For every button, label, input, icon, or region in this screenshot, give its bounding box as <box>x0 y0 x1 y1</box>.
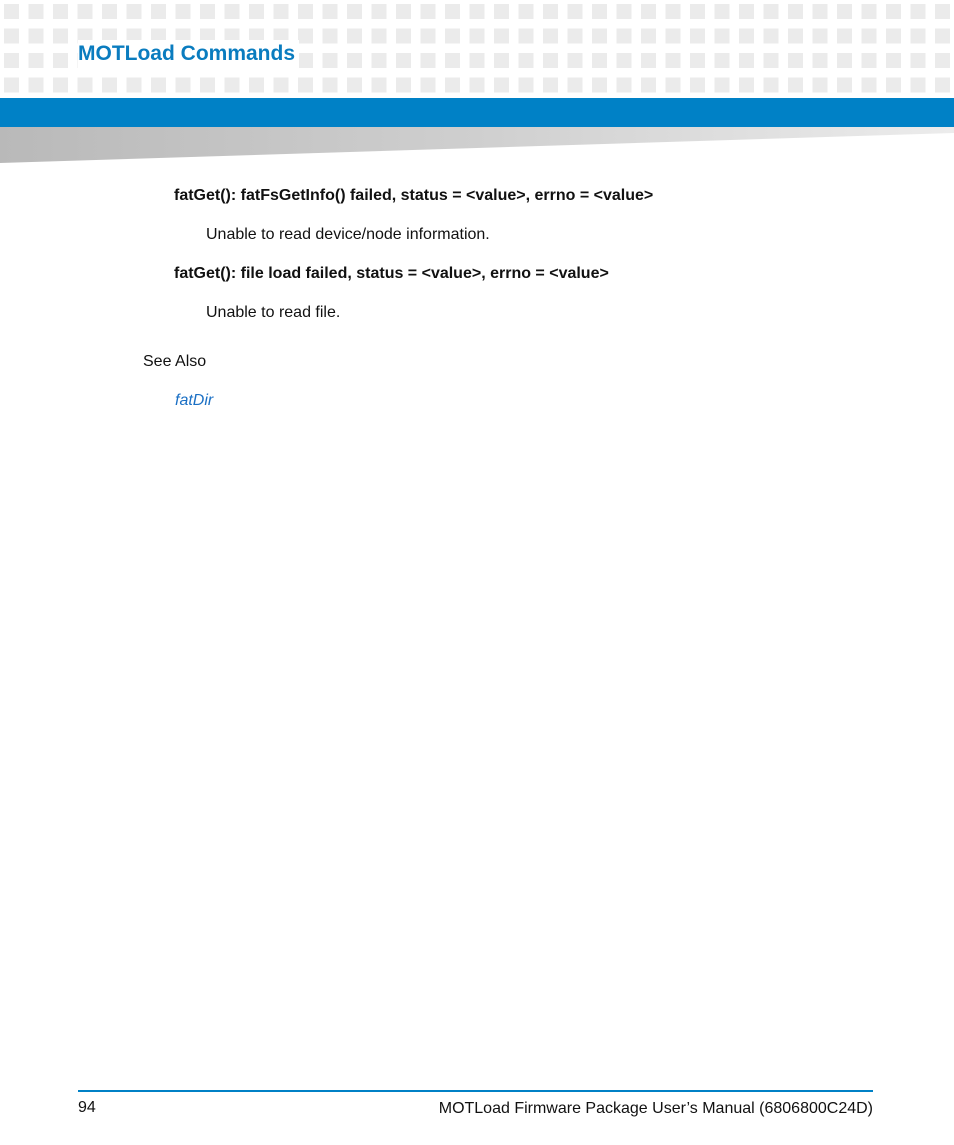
footer-divider <box>78 1090 873 1092</box>
see-also-label: See Also <box>143 353 207 370</box>
error-message-heading: fatGet(): file load failed, status = <va… <box>174 265 609 282</box>
error-message-description: Unable to read device/node information. <box>206 226 490 243</box>
footer-document-title: MOTLoad Firmware Package User’s Manual (… <box>438 1100 873 1117</box>
see-also-link-fatdir[interactable]: fatDir <box>175 391 213 411</box>
header-gray-wedge <box>0 127 954 163</box>
error-message-heading: fatGet(): fatFsGetInfo() failed, status … <box>174 187 654 204</box>
page-section-title: MOTLoad Commands <box>78 40 300 68</box>
header-blue-band <box>0 98 954 127</box>
page-number: 94 <box>78 1099 96 1116</box>
error-message-description: Unable to read file. <box>206 304 341 321</box>
